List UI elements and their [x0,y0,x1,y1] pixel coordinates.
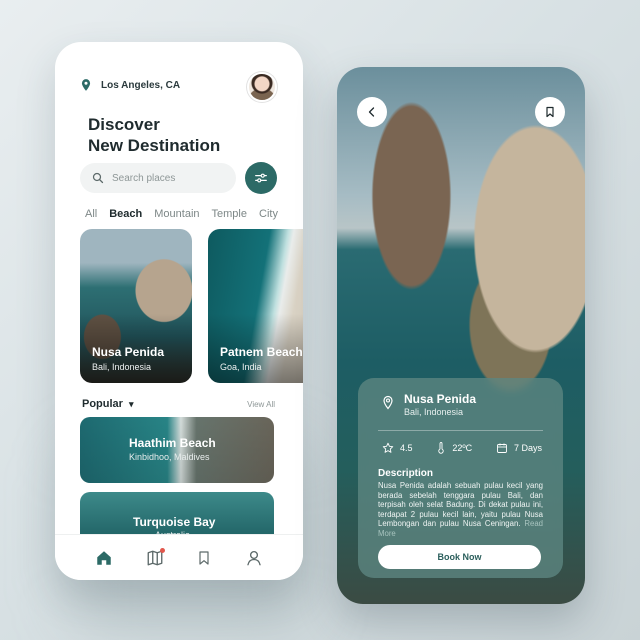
duration-value: 7 Days [513,443,542,453]
description-text: Nusa Penida adalah sebuah pulau kecil ya… [378,481,543,538]
location-row[interactable]: Los Angeles, CA [79,78,180,92]
chevron-down-icon: ▾ [129,399,134,409]
destination-card[interactable]: Nusa Penida Bali, Indonesia [80,229,192,383]
popular-item-title: Haathim Beach [129,436,216,450]
card-title: Nusa Penida [92,345,165,359]
bookmark-icon[interactable] [196,549,212,567]
destination-title: Nusa Penida [404,392,477,406]
search-icon [92,172,104,184]
destination-card[interactable]: Patnem Beach Goa, India [208,229,303,383]
popular-item-subtitle: Kinbidhoo, Maldives [129,452,210,462]
thermometer-icon [438,442,445,454]
location-label: Los Angeles, CA [101,79,181,91]
destination-subtitle: Bali, Indonesia [404,407,464,417]
divider [378,430,543,431]
card-subtitle: Bali, Indonesia [92,362,152,372]
tab-mountain[interactable]: Mountain [154,208,199,220]
stats-row: 4.5 22ºC 7 Days [382,442,542,454]
view-all-link[interactable]: View All [247,400,275,409]
category-tabs: All Beach Mountain Temple City [85,208,278,220]
tab-beach[interactable]: Beach [109,208,142,220]
search-placeholder: Search places [112,172,176,184]
rating-stat: 4.5 [382,442,413,454]
avatar[interactable] [247,72,277,102]
profile-icon[interactable] [245,549,263,567]
sliders-icon [255,173,267,183]
search-input[interactable]: Search places [80,163,236,193]
star-icon [382,442,394,453]
tab-city[interactable]: City [259,208,278,220]
book-now-button[interactable]: Book Now [378,545,541,569]
card-subtitle: Goa, India [220,362,262,372]
destination-info-panel: Nusa Penida Bali, Indonesia 4.5 22ºC 7 D… [358,378,563,578]
tab-all[interactable]: All [85,208,97,220]
notification-dot [160,548,165,553]
filter-button[interactable] [245,162,277,194]
detail-screen: Nusa Penida Bali, Indonesia 4.5 22ºC 7 D… [337,67,585,604]
tab-temple[interactable]: Temple [212,208,247,220]
bookmark-button[interactable] [535,97,565,127]
chevron-left-icon [368,107,375,117]
page-title: Discover New Destination [88,115,221,155]
rating-value: 4.5 [400,443,413,453]
description-heading: Description [378,468,434,479]
popular-dropdown[interactable]: Popular ▾ [82,398,134,410]
location-pin-icon [383,395,393,410]
home-icon[interactable] [95,549,113,567]
temperature-value: 22ºC [452,443,473,453]
temperature-stat: 22ºC [436,442,472,454]
location-pin-icon [81,79,91,91]
discover-screen: Los Angeles, CA Discover New Destination… [55,42,303,580]
back-button[interactable] [357,97,387,127]
duration-stat: 7 Days [496,442,542,454]
bookmark-icon [546,106,554,118]
popular-item-title: Turquoise Bay [133,515,216,529]
popular-item[interactable]: Haathim Beach Kinbidhoo, Maldives [80,417,274,483]
popular-label: Popular [82,398,123,410]
card-title: Patnem Beach [220,345,303,359]
calendar-icon [497,443,507,453]
bottom-nav [55,534,303,580]
